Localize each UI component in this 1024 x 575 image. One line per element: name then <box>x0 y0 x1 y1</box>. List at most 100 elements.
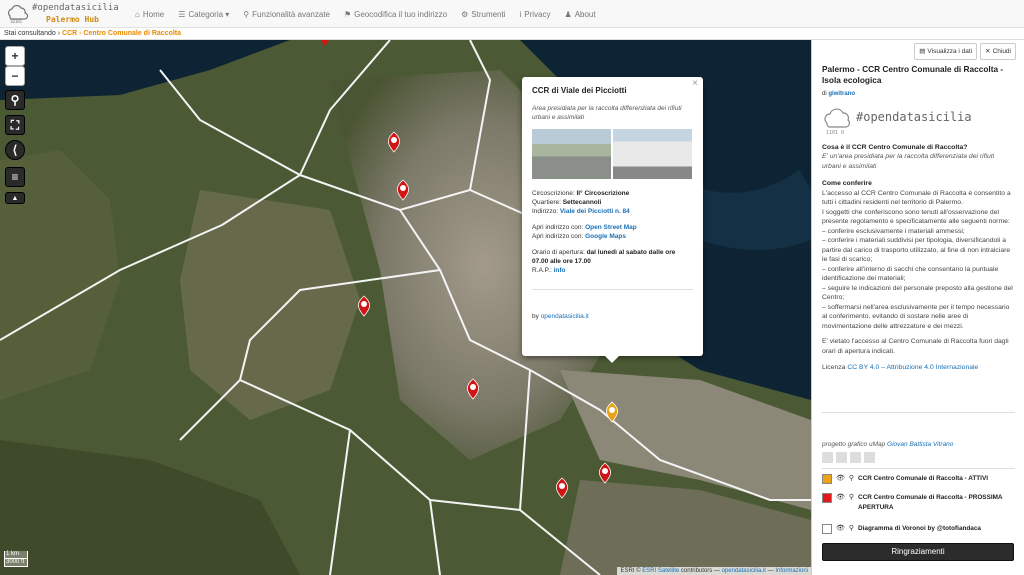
nav-funzionalita[interactable]: ⚲ Funzionalità avanzate <box>236 10 337 19</box>
rule-item: – seguire le indicazioni del personale p… <box>822 284 1013 302</box>
zoom-in-button[interactable]: + <box>5 46 25 66</box>
opendatasicilia-link[interactable]: opendatasicilia.it <box>541 313 589 320</box>
how-title: Come conferire <box>822 180 872 187</box>
facebook-icon[interactable] <box>864 452 875 463</box>
gear-icon: ⚙ <box>461 9 469 19</box>
legend-swatch <box>822 474 832 484</box>
popup-circoscrizione: Circoscrizione: II° Circoscrizione <box>532 190 630 197</box>
eye-icon[interactable]: 👁 <box>836 474 845 484</box>
breadcrumb: Stai consultando › CCR - Centro Comunale… <box>0 28 1024 40</box>
indirizzo-link[interactable]: Viale dei Picciotti n. 84 <box>560 208 630 215</box>
rule-item: – conferire esclusivamente i materiali a… <box>822 227 965 235</box>
brand-logo[interactable]: 10101 #opendatasicilia Palermo Hub <box>6 2 119 26</box>
rule-item: – soffermarsi nell'area esclusivamente p… <box>822 303 1010 330</box>
how-text: L'accesso al CCR Centro Comunale di Racc… <box>822 189 1011 207</box>
list-icon: ☰ <box>178 9 186 19</box>
divider <box>822 468 1015 469</box>
info-icon: i <box>519 9 522 19</box>
map-scale: 1 km 3000 ft <box>4 551 28 567</box>
sidebar-author: di giwitrano <box>822 91 856 97</box>
nav-about[interactable]: ♟ About <box>558 10 603 19</box>
home-icon: ⌂ <box>135 9 140 19</box>
view-data-button[interactable]: ▤ Visualizza i dati <box>914 43 978 60</box>
nav-categoria[interactable]: ☰ Categoria ▾ <box>171 10 236 19</box>
cloud-icon: 1101 0 <box>824 107 850 136</box>
logo-text: #opendatasicilia <box>856 109 972 124</box>
popup-description: Area presidiata per la raccolta differen… <box>532 105 682 121</box>
eye-icon[interactable]: 👁 <box>836 493 845 503</box>
popup-osm: Apri indirizzo con: Open Street Map <box>532 224 637 231</box>
brand-name: #opendatasicilia <box>32 3 119 13</box>
gmaps-link[interactable]: Google Maps <box>585 233 626 240</box>
popup-orario: Orario di apertura: dal lunedì al sabato… <box>532 249 676 265</box>
svg-text:10101: 10101 <box>10 19 23 24</box>
popup-indirizzo: Indirizzo: Viale dei Picciotti n. 84 <box>532 208 630 215</box>
legend-item-voronoi[interactable]: 👁 ⚲ Diagramma di Voronoi by @totofiandac… <box>822 524 1017 534</box>
photo-right <box>613 129 692 179</box>
eye-icon[interactable]: 👁 <box>836 524 845 534</box>
breadcrumb-current[interactable]: CCR - Centro Comunale di Raccolta <box>62 30 181 37</box>
legend-swatch <box>822 493 832 503</box>
table-icon: ▤ <box>919 47 926 55</box>
map-attribution: ESRI © ESRI Satellite contributors — ope… <box>617 567 811 575</box>
license: Licenza CC BY 4.0 – Attribuzione 4.0 Int… <box>822 364 979 371</box>
popup-title: CCR di Viale dei Picciotti <box>532 86 627 95</box>
brand-subtitle: Palermo Hub <box>46 15 99 24</box>
marker-popup: × CCR di Viale dei Picciotti Area presid… <box>522 77 703 363</box>
popup-photo <box>532 129 692 179</box>
svg-text:1101 0: 1101 0 <box>826 130 844 136</box>
search-icon: ⚲ <box>243 9 250 19</box>
divider <box>822 412 1015 413</box>
faq-question: Cosa è il CCR Centro Comunale di Raccolt… <box>822 143 968 151</box>
sidebar-logo: 1101 0 #opendatasicilia <box>822 107 1014 136</box>
fullscreen-icon[interactable]: ⛶ <box>5 115 25 135</box>
search-icon[interactable]: ⚲ <box>5 90 25 110</box>
users-icon: ♟ <box>564 9 572 19</box>
popup-gmaps: Apri indirizzo con: Google Maps <box>532 233 626 240</box>
legend-swatch <box>822 524 832 534</box>
nav-geocodifica[interactable]: ⚑ Geocodifica il tuo indirizzo <box>337 10 454 19</box>
social-share <box>822 452 875 463</box>
rules-intro: I soggetti che conferiscono sono tenuti … <box>822 208 1010 226</box>
license-link[interactable]: CC BY 4.0 – Attribuzione 4.0 Internazion… <box>847 364 978 371</box>
faq-answer: E' un'area presidiata per la raccolta di… <box>822 153 995 170</box>
legend-item-attivi[interactable]: 👁 ⚲ CCR Centro Comunale di Raccolta - AT… <box>822 474 1017 484</box>
home-icon[interactable] <box>822 452 833 463</box>
thanks-button[interactable]: Ringraziamenti <box>822 543 1014 561</box>
zoom-icon[interactable]: ⚲ <box>849 474 854 484</box>
rap-info-link[interactable]: info <box>554 267 566 274</box>
breadcrumb-prefix: Stai consultando <box>4 30 56 37</box>
sidebar-title: Palermo - CCR Centro Comunale di Raccolt… <box>822 64 1004 85</box>
legend-item-prossima-apertura[interactable]: 👁 ⚲ CCR Centro Comunale di Raccolta - PR… <box>822 493 1017 512</box>
share-icon[interactable]: ⟨ <box>5 140 25 160</box>
chevron-right-icon: › <box>57 30 61 37</box>
top-navbar: 10101 #opendatasicilia Palermo Hub ⌂ Home… <box>0 0 1024 28</box>
zoom-out-button[interactable]: − <box>5 66 25 86</box>
close-icon: ✕ <box>985 47 991 55</box>
rule-item: – conferire all'interno di sacchi che co… <box>822 265 999 283</box>
email-icon[interactable] <box>850 452 861 463</box>
close-sidebar-button[interactable]: ✕ Chiudi <box>980 43 1016 60</box>
nav-home[interactable]: ⌂ Home <box>128 10 171 19</box>
popup-rap: R.A.P.: info <box>532 267 566 274</box>
zoom-icon[interactable]: ⚲ <box>849 493 854 503</box>
osm-link[interactable]: Open Street Map <box>585 224 637 231</box>
nav-menu: ⌂ Home ☰ Categoria ▾ ⚲ Funzionalità avanzat… <box>128 0 603 28</box>
popup-by: by opendatasicilia.it <box>532 313 589 320</box>
map-marker-icon: ⚑ <box>343 9 352 19</box>
zoom-icon[interactable]: ⚲ <box>849 524 854 534</box>
caret-up-icon[interactable]: ▲ <box>5 192 25 204</box>
rule-item: – conferire i materiali suddivisi per ti… <box>822 237 1011 263</box>
cloud-icon: 10101 <box>8 5 28 24</box>
layers-icon[interactable]: ≡ <box>5 167 25 187</box>
forbidden-note: E' vietato l'accesso al Centro Comunale … <box>822 338 1009 355</box>
info-sidebar: ▤ Visualizza i dati ✕ Chiudi Palermo - CCR… <box>811 40 1024 575</box>
nav-privacy[interactable]: i Privacy <box>513 10 558 19</box>
nav-strumenti[interactable]: ⚙ Strumenti <box>454 10 512 19</box>
twitter-icon[interactable] <box>836 452 847 463</box>
photo-left <box>532 129 611 179</box>
close-icon[interactable]: × <box>692 79 698 89</box>
popup-quartiere: Quartiere: Settecannoli <box>532 199 602 206</box>
divider <box>532 289 693 290</box>
popup-tail <box>605 356 619 363</box>
